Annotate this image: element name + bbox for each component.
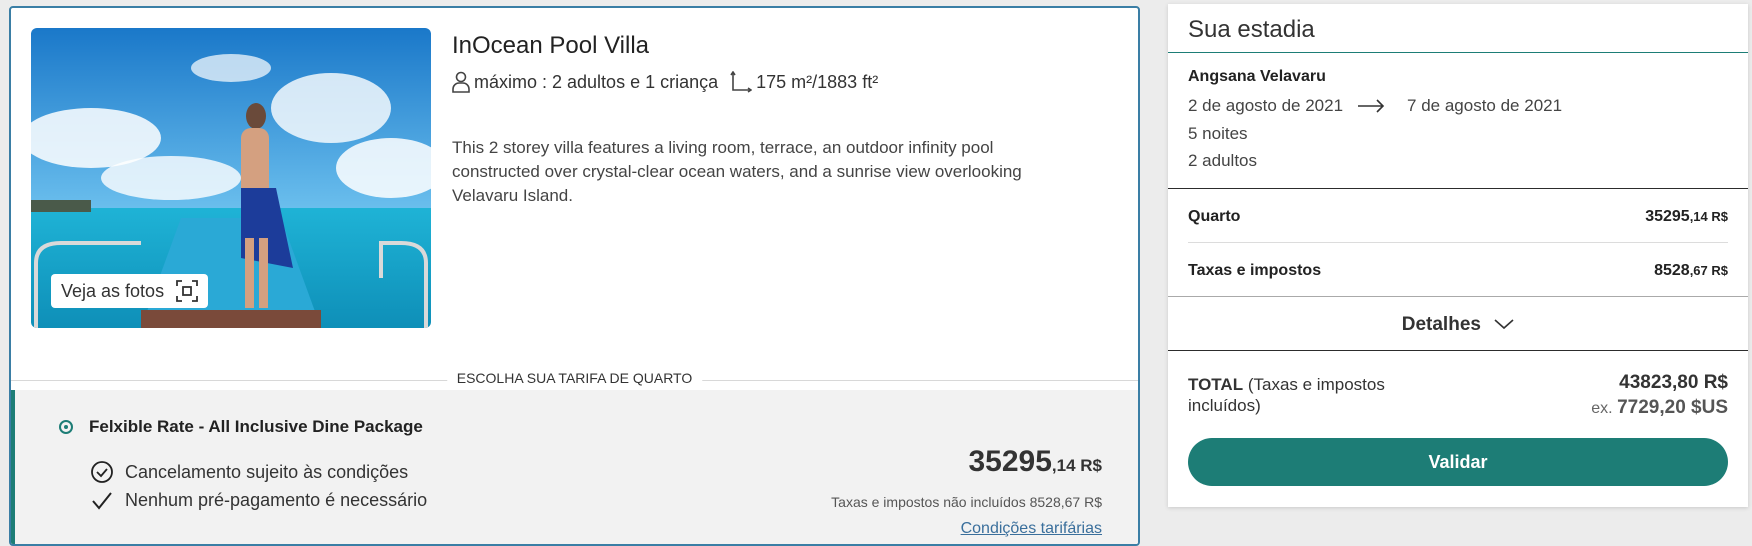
room-cost-label: Quarto bbox=[1188, 208, 1241, 225]
room-title: InOcean Pool Villa bbox=[452, 32, 650, 59]
rate-radio[interactable] bbox=[59, 420, 73, 434]
rate-price: 35295,14 R$ bbox=[968, 445, 1102, 479]
rate-option[interactable]: Felxible Rate - All Inclusive Dine Packa… bbox=[11, 390, 1138, 544]
total-amount: 43823,80 R$ bbox=[1619, 372, 1728, 393]
details-label: Detalhes bbox=[1401, 314, 1481, 336]
view-photos-label: Veja as fotos bbox=[61, 280, 165, 301]
condition-cancel: Cancelamento sujeito às condições bbox=[89, 460, 408, 484]
rate-section-label: ESCOLHA SUA TARIFA DE QUARTO bbox=[446, 370, 703, 386]
stay-summary: Sua estadia Angsana Velavaru 2 de agosto… bbox=[1168, 4, 1748, 507]
room-description: This 2 storey villa features a living ro… bbox=[452, 138, 1022, 205]
room-cost-value: 35295,14 R$ bbox=[1645, 208, 1728, 225]
room-photo[interactable]: Veja as fotos bbox=[31, 28, 431, 328]
stay-title-divider bbox=[1168, 52, 1748, 53]
condition-prepay-text: Nenhum pré-pagamento é necessário bbox=[125, 490, 428, 510]
chevron-down-icon bbox=[1494, 314, 1514, 336]
validate-button[interactable]: Validar bbox=[1188, 438, 1728, 486]
rate-price-whole: 35295 bbox=[968, 445, 1052, 478]
rate-name: Felxible Rate - All Inclusive Dine Packa… bbox=[89, 417, 423, 436]
stay-dates: 2 de agosto de 2021 7 de agosto de 2021 bbox=[1188, 96, 1562, 116]
clock-icon bbox=[89, 460, 115, 484]
room-card: Veja as fotos InOcean Pool Villa máximo … bbox=[9, 6, 1140, 546]
details-toggle[interactable]: Detalhes bbox=[1168, 314, 1748, 336]
total-label: TOTAL (Taxas e impostos incluídos) bbox=[1188, 375, 1385, 415]
nights-count: 5 noites bbox=[1188, 124, 1248, 143]
user-icon bbox=[452, 71, 470, 93]
area-text: 175 m²/1883 ft² bbox=[756, 71, 879, 92]
condition-prepay: Nenhum pré-pagamento é necessário bbox=[89, 490, 427, 511]
guests-count: 2 adultos bbox=[1188, 151, 1257, 170]
check-icon bbox=[89, 491, 115, 511]
rate-terms-link[interactable]: Condições tarifárias bbox=[961, 520, 1102, 538]
condition-cancel-text: Cancelamento sujeito às condições bbox=[125, 461, 409, 482]
arrow-right-icon bbox=[1357, 99, 1385, 113]
stay-title: Sua estadia bbox=[1188, 16, 1315, 43]
total-usd-amount: 7729,20 $US bbox=[1617, 397, 1728, 418]
taxes-cost-value: 8528,67 R$ bbox=[1654, 262, 1728, 279]
expand-photos-icon bbox=[176, 280, 198, 302]
total-divider bbox=[1168, 350, 1748, 351]
view-photos-button[interactable]: Veja as fotos bbox=[51, 274, 209, 308]
rate-tax-note: Taxas e impostos não incluídos 8528,67 R… bbox=[831, 494, 1102, 510]
hotel-name: Angsana Velavaru bbox=[1188, 68, 1326, 85]
rate-price-cents: ,14 R$ bbox=[1051, 456, 1102, 475]
room-cost-row: Quarto 35295,14 R$ bbox=[1188, 208, 1728, 226]
stay-divider bbox=[1168, 188, 1748, 189]
checkout-date: 7 de agosto de 2021 bbox=[1407, 96, 1563, 115]
details-top-divider bbox=[1168, 296, 1748, 297]
checkin-date: 2 de agosto de 2021 bbox=[1188, 96, 1344, 115]
taxes-cost-row: Taxas e impostos 8528,67 R$ bbox=[1188, 262, 1728, 280]
total-usd: ex. 7729,20 $US bbox=[1591, 397, 1728, 418]
cost-divider bbox=[1188, 242, 1728, 243]
area-icon bbox=[730, 71, 753, 93]
taxes-cost-label: Taxas e impostos bbox=[1188, 262, 1322, 279]
rate-section-divider: ESCOLHA SUA TARIFA DE QUARTO bbox=[11, 370, 1138, 390]
capacity-text: máximo : 2 adultos e 1 criança bbox=[474, 71, 719, 92]
room-meta: máximo : 2 adultos e 1 criança 175 m²/18… bbox=[452, 71, 878, 93]
